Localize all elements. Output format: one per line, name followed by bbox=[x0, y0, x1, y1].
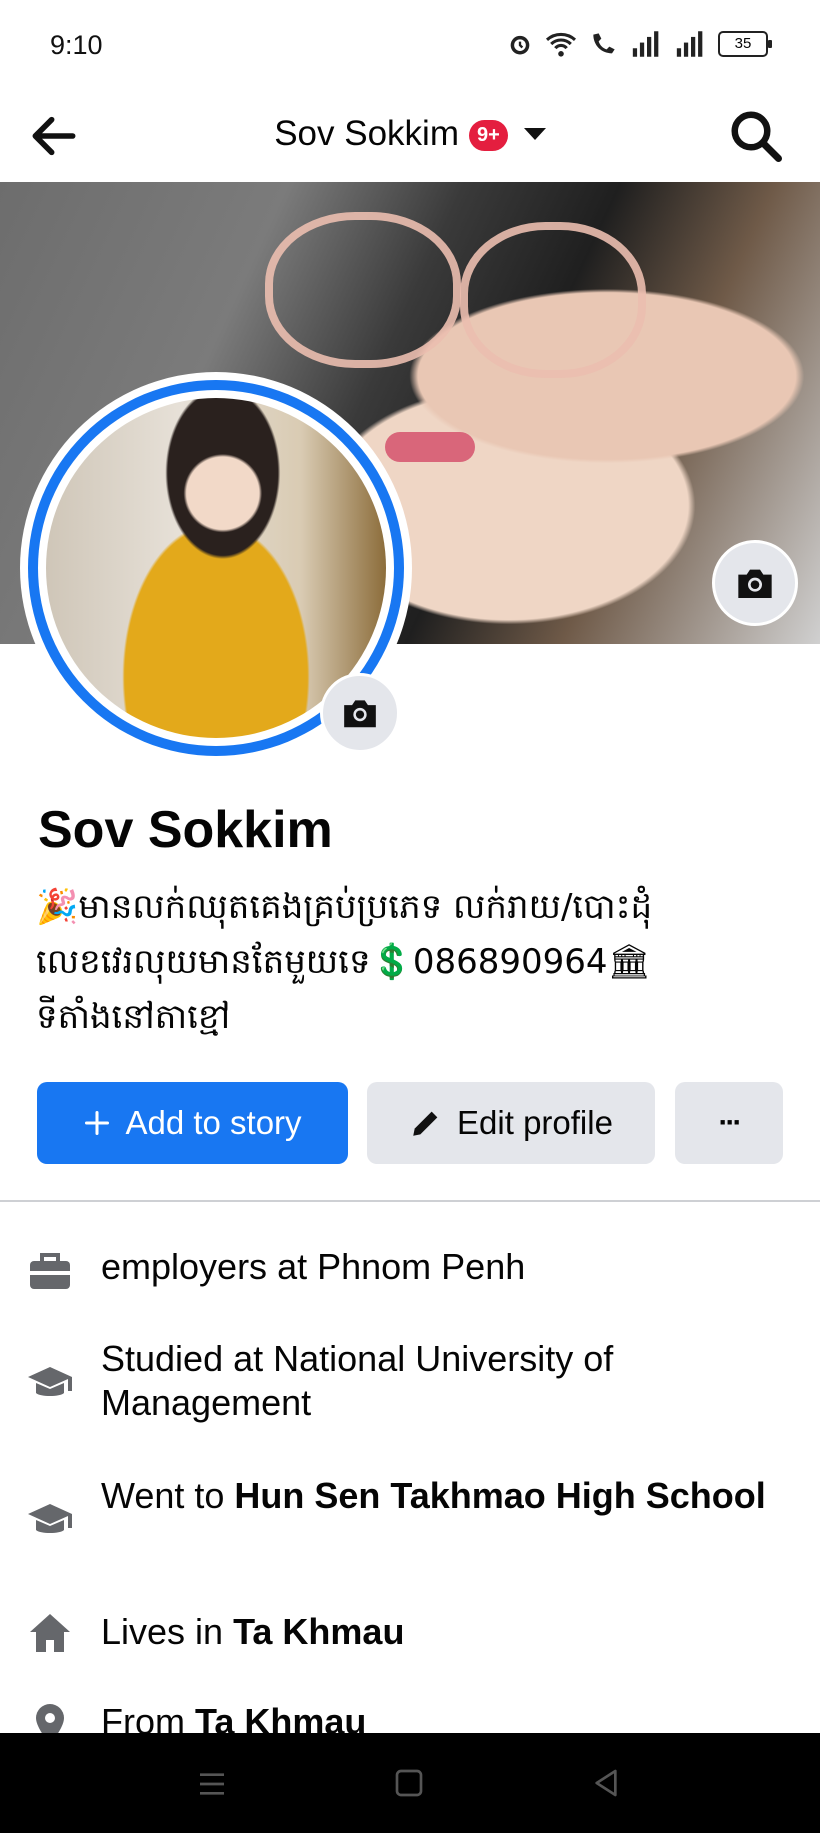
status-bar: 9:10 35 bbox=[0, 0, 820, 90]
detail-item-lives-in[interactable]: Lives in Ta Khmau bbox=[0, 1610, 820, 1660]
home-icon bbox=[30, 1614, 70, 1652]
battery-indicator: 35 bbox=[718, 31, 772, 57]
alarm-icon bbox=[510, 35, 530, 55]
bio-line: 🎉មានលក់ឈុតគេងគ្រប់ប្រភេទ លក់រាយ/បោះដុំ bbox=[36, 887, 653, 927]
signal-icon-2 bbox=[676, 31, 703, 57]
detail-prefix: Studied at National University of Manage… bbox=[101, 1338, 614, 1423]
wifi-icon bbox=[545, 32, 577, 57]
edit-profile-button[interactable]: Edit profile bbox=[367, 1082, 655, 1164]
detail-text: employers at Phnom Penh bbox=[101, 1245, 791, 1289]
wifi-call-icon bbox=[593, 33, 615, 54]
cover-photo-detail bbox=[385, 432, 475, 462]
detail-prefix: Went to bbox=[101, 1475, 235, 1516]
detail-item-university[interactable]: Studied at National University of Manage… bbox=[0, 1337, 820, 1427]
system-navigation-bar bbox=[0, 1733, 820, 1833]
section-divider bbox=[0, 1200, 820, 1202]
briefcase-icon bbox=[30, 1253, 70, 1289]
detail-item-work[interactable]: employers at Phnom Penh bbox=[0, 1245, 820, 1295]
graduation-cap-icon bbox=[28, 1504, 72, 1533]
top-nav: Sov Sokkim 9+ bbox=[0, 90, 820, 182]
profile-bio: 🎉មានលក់ឈុតគេងគ្រប់ប្រភេទ លក់រាយ/បោះដុំ ល… bbox=[36, 880, 796, 1045]
cover-photo-detail bbox=[460, 222, 646, 378]
status-time: 9:10 bbox=[50, 30, 103, 60]
pencil-icon bbox=[409, 1106, 443, 1140]
status-icons: 35 bbox=[506, 30, 772, 58]
more-icon: ··· bbox=[718, 1106, 743, 1139]
camera-icon bbox=[738, 569, 772, 598]
menu-icon[interactable] bbox=[196, 1769, 228, 1799]
detail-bold: Ta Khmau bbox=[233, 1611, 405, 1652]
graduation-cap-icon bbox=[28, 1367, 72, 1396]
profile-switcher[interactable]: Sov Sokkim 9+ bbox=[0, 114, 820, 154]
home-square-icon[interactable] bbox=[393, 1767, 425, 1799]
add-to-story-button[interactable]: Add to story bbox=[37, 1082, 348, 1164]
back-triangle-icon[interactable] bbox=[590, 1767, 622, 1799]
edit-profile-label: Edit profile bbox=[457, 1104, 613, 1141]
detail-bold: Hun Sen Takhmao High School bbox=[234, 1475, 766, 1516]
detail-item-highschool[interactable]: Went to Hun Sen Takhmao High School bbox=[0, 1474, 820, 1564]
cover-photo-detail bbox=[265, 212, 461, 368]
plus-icon bbox=[83, 1109, 111, 1137]
profile-camera-button[interactable] bbox=[320, 673, 400, 753]
detail-text: Studied at National University of Manage… bbox=[101, 1337, 791, 1425]
profile-name: Sov Sokkim bbox=[38, 801, 333, 859]
detail-text: Went to Hun Sen Takhmao High School bbox=[101, 1474, 791, 1518]
detail-text: Lives in Ta Khmau bbox=[101, 1610, 791, 1654]
notification-badge: 9+ bbox=[468, 120, 508, 151]
cover-camera-button[interactable] bbox=[712, 540, 798, 626]
detail-prefix: employers at Phnom Penh bbox=[101, 1246, 526, 1287]
bio-line: លេខវេរលុយមានតែមួយទេ💲086890964🏛 bbox=[36, 942, 651, 982]
camera-icon bbox=[344, 700, 376, 728]
signal-icon-1 bbox=[632, 31, 659, 57]
more-options-button[interactable]: ··· bbox=[675, 1082, 783, 1164]
nav-title: Sov Sokkim bbox=[274, 114, 459, 153]
detail-prefix: Lives in bbox=[101, 1611, 234, 1652]
bio-line: ទីតាំងនៅតាខ្មៅ bbox=[36, 997, 231, 1037]
search-icon[interactable] bbox=[726, 106, 786, 166]
caret-down-icon bbox=[523, 128, 546, 140]
add-to-story-label: Add to story bbox=[125, 1104, 302, 1141]
